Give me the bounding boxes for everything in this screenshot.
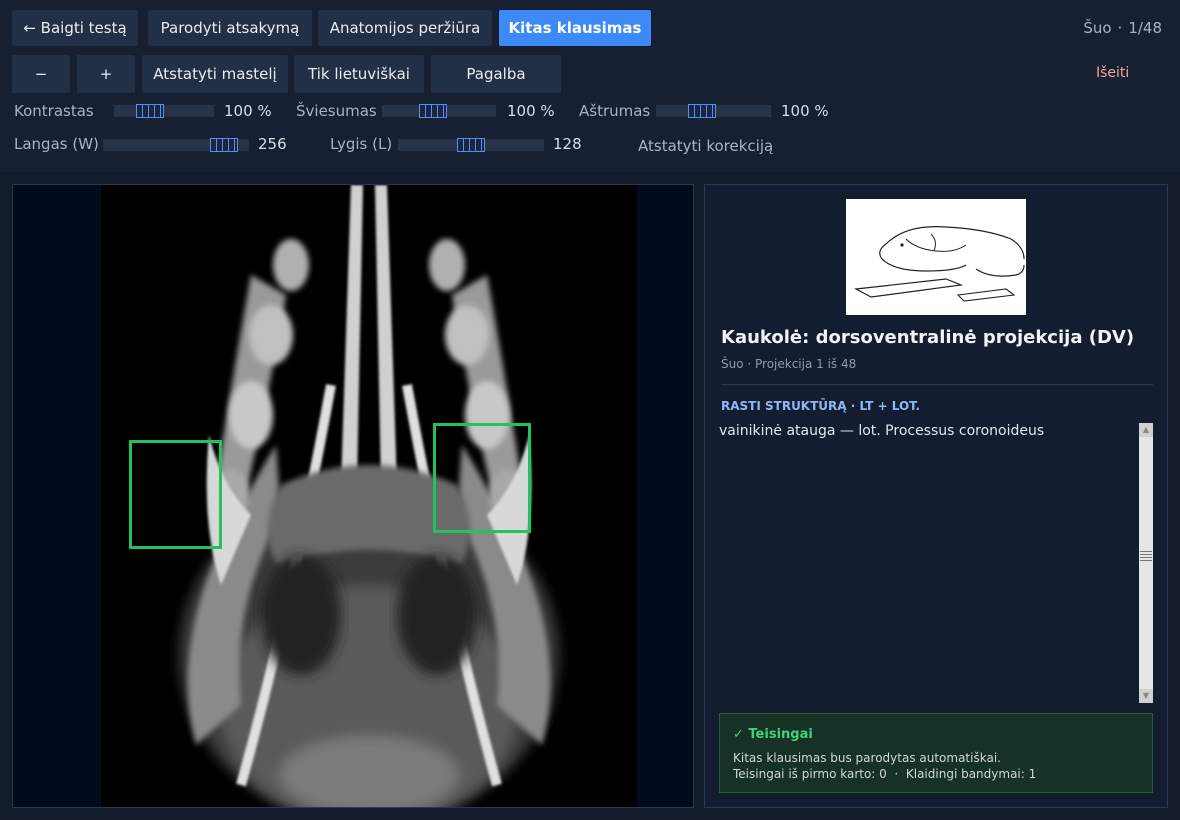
level-slider[interactable] xyxy=(398,138,544,152)
brightness-slider-thumb[interactable] xyxy=(419,104,447,118)
contrast-slider[interactable] xyxy=(114,104,214,118)
window-slider-thumb[interactable] xyxy=(210,138,238,152)
reset-correction-button[interactable]: Atstatyti korekciją xyxy=(638,137,773,155)
brightness-value: 100 % xyxy=(507,102,555,120)
brightness-slider[interactable] xyxy=(382,104,496,118)
contrast-slider-thumb[interactable] xyxy=(136,104,164,118)
roi-right[interactable] xyxy=(433,423,531,533)
structure-answer: vainikinė atauga — lot. Processus corono… xyxy=(719,423,1045,439)
result-stats: Teisingai iš pirmo karto: 0 · Klaidingi … xyxy=(733,767,1037,781)
lithuanian-only-button[interactable]: Tik lietuviškai xyxy=(294,55,424,93)
window-value: 256 xyxy=(258,135,287,153)
zoom-out-button[interactable]: − xyxy=(12,55,70,93)
scroll-down-icon[interactable]: ▼ xyxy=(1139,689,1153,703)
contrast-value: 100 % xyxy=(224,102,272,120)
window-slider[interactable] xyxy=(103,138,249,152)
xray-viewer[interactable] xyxy=(12,184,694,808)
scroll-up-icon[interactable]: ▲ xyxy=(1139,423,1153,437)
end-test-button[interactable]: ← Baigti testą xyxy=(12,10,138,46)
divider xyxy=(721,384,1153,385)
result-next-info: Kitas klausimas bus parodytas automatišk… xyxy=(733,751,1001,765)
show-answer-button[interactable]: Parodyti atsakymą xyxy=(148,10,312,46)
toolbar: ← Baigti testą Parodyti atsakymą Anatomi… xyxy=(0,0,1180,172)
answer-scrollbar[interactable]: ▲ ▼ xyxy=(1139,423,1153,703)
zoom-in-button[interactable]: + xyxy=(77,55,135,93)
dog-positioning-drawing xyxy=(854,226,1025,302)
next-question-button[interactable]: Kitas klausimas xyxy=(499,10,651,46)
roi-left[interactable] xyxy=(129,440,222,549)
task-label: RASTI STRUKTŪRĄ · LT + LOT. xyxy=(721,399,921,413)
species-label: Šuo xyxy=(1083,19,1112,37)
level-label: Lygis (L) xyxy=(330,135,393,153)
brightness-label: Šviesumas xyxy=(296,102,377,120)
help-button[interactable]: Pagalba xyxy=(431,55,561,93)
sharpness-value: 100 % xyxy=(781,102,829,120)
sharpness-slider-thumb[interactable] xyxy=(688,104,716,118)
contrast-label: Kontrastas xyxy=(14,102,94,120)
reset-zoom-button[interactable]: Atstatyti mastelį xyxy=(142,55,288,93)
projection-subtitle: Šuo · Projekcija 1 iš 48 xyxy=(721,357,857,371)
question-panel: Kaukolė: dorsoventralinė projekcija (DV)… xyxy=(704,184,1168,808)
level-value: 128 xyxy=(553,135,582,153)
result-title: ✓ Teisingai xyxy=(733,727,813,742)
question-counter: 1/48 xyxy=(1128,19,1162,37)
progress-indicator: Šuo · 1/48 xyxy=(1083,19,1162,37)
anatomy-review-button[interactable]: Anatomijos peržiūra xyxy=(318,10,492,46)
sharpness-label: Aštrumas xyxy=(579,102,651,120)
window-label: Langas (W) xyxy=(14,135,99,153)
exit-button[interactable]: Išeiti xyxy=(1096,65,1129,81)
level-slider-thumb[interactable] xyxy=(457,138,485,152)
sharpness-slider[interactable] xyxy=(656,104,771,118)
scroll-grip-icon[interactable] xyxy=(1140,551,1152,563)
result-box: ✓ Teisingai Kitas klausimas bus parodyta… xyxy=(719,713,1153,793)
projection-title: Kaukolė: dorsoventralinė projekcija (DV) xyxy=(721,327,1135,348)
positioning-illustration xyxy=(846,199,1026,315)
separator: · xyxy=(1117,19,1123,37)
